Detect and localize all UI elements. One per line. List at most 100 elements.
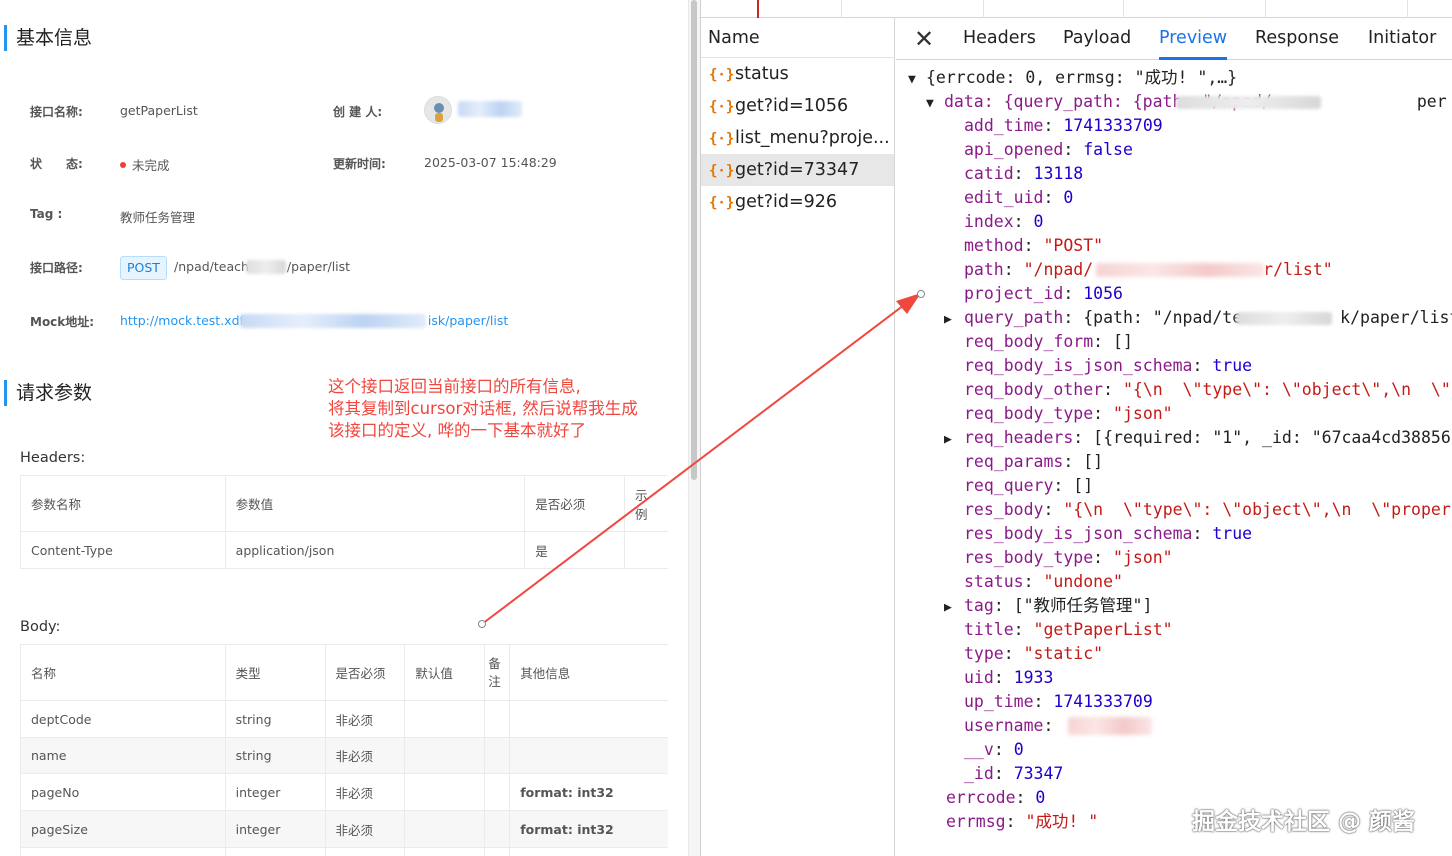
collapsed-triangle-icon[interactable]: ▶ [944, 428, 964, 452]
table-cell: 是 [524, 531, 626, 569]
request-name: get?id=926 [735, 192, 838, 212]
tag-value: 教师任务管理 [120, 210, 196, 225]
table-row: deptCode string 非必须 [20, 700, 668, 738]
json-value: r/list" [1263, 260, 1333, 279]
request-item-selected[interactable]: {·}get?id=73347 [701, 154, 894, 186]
table-cell: format: int32 [509, 810, 668, 848]
json-line[interactable]: ▶ req_headers: [{required: "1", _id: "67c… [944, 426, 1451, 450]
json-line[interactable]: ▶ tag: ["教师任务管理"] [944, 594, 1152, 618]
expanded-triangle-icon[interactable]: ▼ [908, 68, 926, 92]
timeline-marker [757, 0, 759, 18]
path-suffix: /paper/list [286, 259, 351, 274]
table-cell: application/json [224, 531, 526, 569]
json-value: true [1212, 524, 1253, 543]
table-cell: integer [224, 810, 326, 848]
json-file-icon: {·} [709, 163, 735, 179]
request-params-title: 请求参数 [4, 380, 92, 406]
api-doc-panel: 基本信息 接口名称: getPaperList 创 建 人: 状 态: 未完成 … [0, 0, 668, 856]
col-header: 类型 [224, 644, 326, 701]
json-value: 0 [1013, 740, 1024, 759]
table-cell: 非必须 [324, 773, 406, 811]
request-item[interactable]: {·}get?id=926 [701, 186, 894, 218]
tab-initiator[interactable]: Initiator [1368, 18, 1436, 60]
json-root-line[interactable]: ▼ {errcode: 0, errmsg: "成功! ",…} [908, 66, 1237, 90]
json-line: res_body_type: "json" [964, 548, 1173, 567]
collapsed-triangle-icon[interactable]: ▶ [944, 596, 964, 620]
json-line: _id: 73347 [964, 764, 1064, 783]
headers-table: 参数名称 参数值 是否必须 示例 Content-Type applicatio… [20, 475, 668, 569]
table-row: name string 非必须 [20, 737, 668, 774]
json-line: uid: 1933 [964, 668, 1054, 687]
expanded-triangle-icon[interactable]: ▼ [926, 92, 944, 116]
col-header: 示例 [624, 475, 668, 532]
annotation-line: 将其复制到cursor对话框, 然后说帮我生成 [328, 399, 638, 418]
tab-payload[interactable]: Payload [1063, 18, 1131, 60]
col-header: 名称 [20, 644, 226, 701]
json-line: type: "static" [964, 644, 1104, 663]
tab-preview[interactable]: Preview [1159, 18, 1228, 60]
table-row: pageSize integer 非必须 format: int32 [20, 810, 668, 848]
mock-url-suffix: isk/paper/list [427, 313, 509, 328]
json-value: 0 [1033, 212, 1044, 231]
table-cell [404, 773, 486, 811]
timeline-gridline [1123, 0, 1124, 18]
redacted-text [1068, 717, 1152, 735]
col-header: 是否必须 [524, 475, 626, 532]
close-icon[interactable]: ✕ [914, 25, 934, 53]
json-value: false [1083, 140, 1133, 159]
request-item[interactable]: {·}get?id=1056 [701, 90, 894, 122]
mock-label: Mock地址: [30, 315, 95, 329]
json-file-icon: {·} [709, 99, 735, 115]
headers-label: Headers: [20, 450, 86, 466]
request-list: Name {·}status {·}get?id=1056 {·}list_me… [701, 18, 895, 856]
col-header: 参数值 [224, 475, 526, 532]
json-value: "/npad/ [1023, 260, 1094, 279]
json-value: "json" [1113, 548, 1173, 567]
table-cell [509, 847, 668, 856]
detail-tabbar: ✕ Headers Payload Preview Response Initi… [896, 18, 1452, 60]
json-value: 0 [1063, 188, 1074, 207]
json-line: res_body_is_json_schema: true [964, 524, 1253, 543]
request-item[interactable]: {·}list_menu?proje... [701, 122, 894, 154]
request-name: get?id=73347 [735, 160, 860, 180]
creator-name-redacted [458, 101, 522, 117]
col-header: 参数名称 [20, 475, 226, 532]
path-redacted [246, 260, 286, 274]
request-item[interactable]: {·}status [701, 58, 894, 90]
table-header-row: 名称 类型 是否必须 默认值 备注 其他信息 [20, 644, 668, 701]
table-cell: name [20, 737, 226, 774]
json-value: [] [1113, 332, 1133, 351]
request-name: list_menu?proje... [735, 128, 890, 148]
col-header: 是否必须 [324, 644, 406, 701]
tab-headers[interactable]: Headers [963, 18, 1036, 60]
json-value: k/paper/list" [1340, 308, 1452, 327]
json-value: "{\n \"type\": \"object\",\n \"proper [1063, 500, 1451, 519]
json-value: ["教师任务管理"] [1013, 596, 1153, 615]
status-value: 未完成 [120, 155, 170, 174]
table-cell: 非必须 [324, 810, 406, 848]
name-column-header[interactable]: Name [701, 18, 894, 58]
json-line: errcode: 0 [946, 788, 1046, 807]
json-value: "static" [1023, 644, 1104, 663]
json-line: catid: 13118 [964, 164, 1084, 183]
json-line[interactable]: ▶ query_path: {path: "/npad/te k/paper/lis… [944, 306, 1452, 330]
scrollbar-thumb[interactable] [691, 0, 697, 480]
table-cell [484, 847, 511, 856]
table-cell [484, 773, 511, 811]
table-cell: 非必须 [324, 737, 406, 774]
body-label: Body: [20, 619, 61, 635]
status-label: 状 态: [30, 157, 83, 171]
json-line: up_time: 1741333709 [964, 692, 1153, 711]
json-line: req_query: [] [964, 476, 1094, 495]
table-row: pageNo integer 非必须 format: int32 [20, 773, 668, 811]
creator-avatar[interactable] [424, 96, 452, 124]
tab-response[interactable]: Response [1255, 18, 1339, 60]
network-timeline[interactable] [701, 0, 1452, 18]
json-value: 1741333709 [1053, 692, 1153, 711]
collapsed-triangle-icon[interactable]: ▶ [944, 308, 964, 332]
json-value: 13118 [1033, 164, 1084, 183]
json-line: __v: 0 [964, 740, 1024, 759]
table-cell: string [224, 700, 326, 738]
col-header: 其他信息 [509, 644, 668, 701]
creator-label: 创 建 人: [333, 105, 383, 119]
